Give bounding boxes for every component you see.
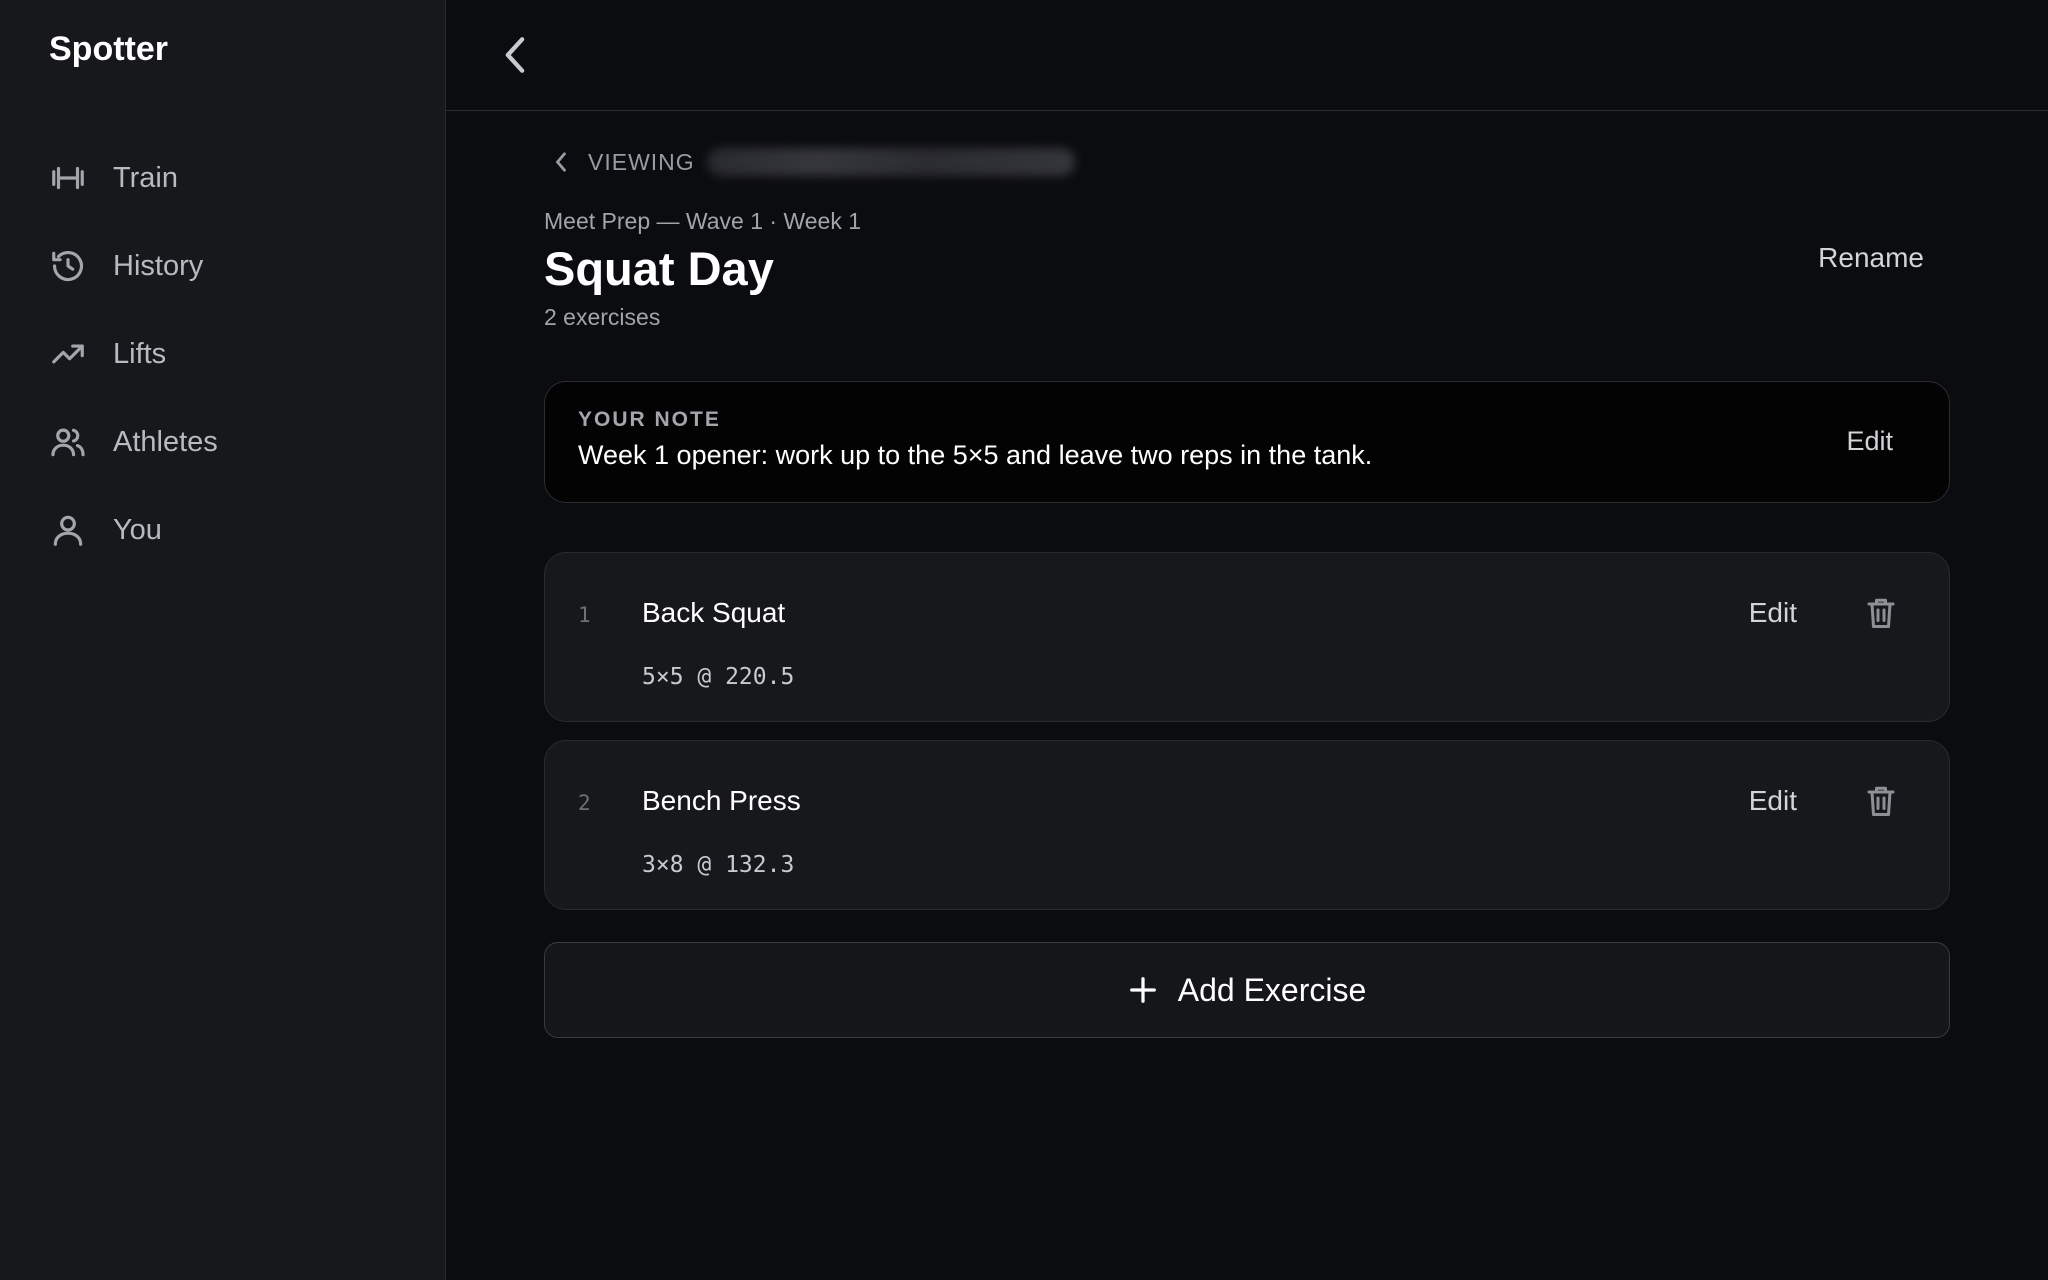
rename-button[interactable]: Rename (1818, 242, 1924, 274)
edit-note-button[interactable]: Edit (1846, 426, 1893, 457)
sidebar-item-label: Athletes (113, 425, 218, 458)
history-icon (49, 247, 87, 285)
exercise-count: 2 exercises (544, 304, 661, 330)
chevron-left-icon (550, 148, 572, 176)
add-exercise-button[interactable]: Add Exercise (544, 942, 1950, 1038)
sidebar-item-lifts[interactable]: Lifts (0, 310, 446, 398)
sidebar-item-athletes[interactable]: Athletes (0, 398, 446, 486)
exercise-card[interactable]: 1 Back Squat 5×5 @ 220.5 Edit (544, 552, 1950, 722)
exercise-prescription: 3×8 @ 132.3 (642, 852, 795, 878)
dumbbell-icon (49, 159, 87, 197)
sidebar-item-label: History (113, 249, 204, 282)
exercise-number: 1 (578, 603, 591, 627)
main-panel: VIEWING Meet Prep — Wave 1 · Week 1 Squa… (446, 0, 2048, 1280)
sidebar-item-train[interactable]: Train (0, 134, 446, 222)
sidebar-item-label: You (113, 513, 162, 546)
sidebar-item-you[interactable]: You (0, 486, 446, 574)
user-icon (49, 511, 87, 549)
chevron-left-icon (505, 37, 525, 73)
add-exercise-label: Add Exercise (1177, 971, 1367, 1008)
exercise-number: 2 (578, 791, 591, 815)
sidebar: Spotter Train History Lifts Athletes You (0, 0, 446, 1280)
edit-exercise-button[interactable]: Edit (1749, 597, 1797, 629)
exercise-prescription: 5×5 @ 220.5 (642, 664, 795, 690)
top-bar (446, 0, 2048, 111)
sidebar-nav: Train History Lifts Athletes You (0, 134, 446, 574)
trash-icon (1867, 786, 1895, 816)
program-breadcrumb: Meet Prep — Wave 1 · Week 1 (544, 208, 862, 234)
workout-content: VIEWING Meet Prep — Wave 1 · Week 1 Squa… (544, 142, 1950, 1038)
exercise-name: Bench Press (642, 785, 801, 816)
users-icon (49, 423, 87, 461)
sidebar-item-history[interactable]: History (0, 222, 446, 310)
back-button[interactable] (490, 30, 540, 80)
edit-exercise-button[interactable]: Edit (1749, 785, 1797, 817)
note-card: YOUR NOTE Week 1 opener: work up to the … (544, 381, 1950, 503)
note-label: YOUR NOTE (578, 408, 721, 431)
exercise-list: 1 Back Squat 5×5 @ 220.5 Edit 2 Bench Pr… (544, 552, 1950, 910)
viewing-label: VIEWING (588, 148, 695, 175)
redacted-email (706, 148, 1075, 176)
app-logo[interactable]: Spotter (49, 30, 168, 69)
exercise-card[interactable]: 2 Bench Press 3×8 @ 132.3 Edit (544, 740, 1950, 910)
delete-exercise-button[interactable] (1863, 595, 1899, 631)
trash-icon (1867, 598, 1895, 628)
trending-up-icon (49, 335, 87, 373)
exercise-name: Back Squat (642, 597, 786, 628)
sidebar-item-label: Lifts (113, 337, 167, 370)
note-text: Week 1 opener: work up to the 5×5 and le… (578, 440, 1373, 470)
page-title: Squat Day (544, 242, 774, 295)
viewing-banner[interactable]: VIEWING (544, 142, 1950, 182)
plus-icon (1128, 975, 1158, 1005)
sidebar-item-label: Train (113, 161, 178, 194)
delete-exercise-button[interactable] (1863, 783, 1899, 819)
